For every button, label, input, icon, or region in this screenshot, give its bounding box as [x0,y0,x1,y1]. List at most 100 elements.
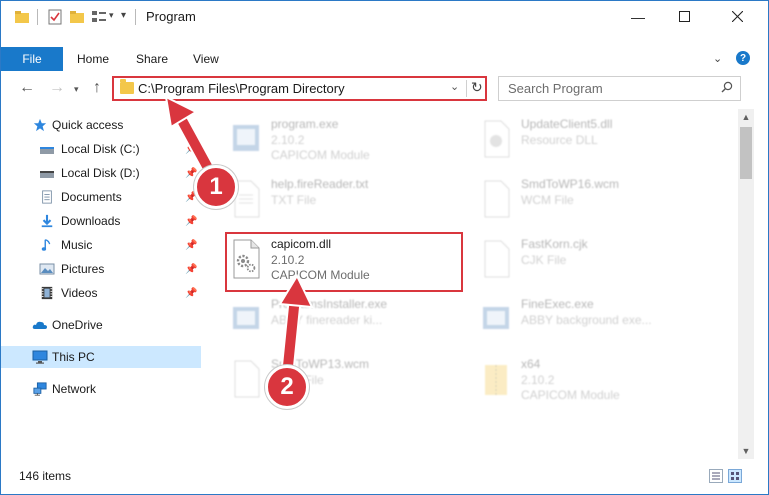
pin-icon[interactable]: 📌 [185,240,197,251]
title-divider [135,9,136,25]
help-icon[interactable]: ? [736,51,750,65]
window-title: Program [146,9,196,24]
step-badge-2: 2 [265,365,309,409]
file-description: CAPICOM Module [271,148,370,162]
file-item[interactable]: SmdToWP13.wcm WCM File [221,355,451,407]
expand-ribbon-icon[interactable]: ⌄ [713,52,722,65]
file-name: SmdToWP16.wcm [521,177,620,191]
pin-icon[interactable]: 📌 [185,216,197,227]
folder-icon [120,79,134,94]
exe-file-icon [483,307,509,329]
address-dropdown-icon[interactable]: ⌄ [450,80,459,93]
file-item[interactable]: program.exe 2.10.2 CAPICOM Module [221,115,451,167]
sidebar-item-label: Music [61,238,93,252]
sidebar-item-label: Pictures [61,262,105,276]
up-button[interactable]: ↑ [93,79,101,97]
search-box[interactable]: Search Program [498,76,741,101]
minimize-button[interactable]: — [615,1,661,32]
sidebar-item-label: Local Disk (D:) [61,166,140,180]
item-count: 146 items [19,469,72,483]
address-bar[interactable]: C:\Program Files\Program Directory ⌄ ↻ [112,76,487,101]
tab-share[interactable]: Share [136,52,168,66]
sidebar-item-label: Network [52,382,97,396]
documents-icon [42,190,52,204]
maximize-icon [678,11,690,22]
tab-view[interactable]: View [193,52,219,66]
close-icon [731,11,743,22]
pin-icon[interactable]: 📌 [185,288,197,299]
music-icon [41,239,51,251]
close-button[interactable] [714,1,760,32]
sidebar-item-music[interactable]: Music 📌 [1,234,201,256]
download-icon [41,214,53,228]
chevron-down-icon[interactable]: ▾ [109,10,114,21]
maximize-button[interactable] [661,1,707,32]
minimize-icon: — [631,8,645,25]
scroll-thumb[interactable] [740,127,752,179]
tab-home[interactable]: Home [77,52,109,66]
details-view-icon[interactable] [709,469,723,483]
status-bar: 146 items [1,463,768,489]
folder-item[interactable]: x64 2.10.2 CAPICOM Module [471,355,701,407]
highlight-box [225,232,463,292]
generic-file-icon [234,360,260,398]
back-button[interactable]: ← [19,79,35,97]
file-type: WCM File [521,193,574,207]
file-item[interactable]: ProgramsInstaller.exe ABBY finereader ki… [221,295,451,347]
file-description: ABBY finereader ki... [271,313,383,327]
file-item[interactable]: UpdateClient5.dll Resource DLL [471,115,701,167]
file-item[interactable]: help.fireReader.txt TXT File [221,175,451,227]
quick-access-dropdown-icon[interactable]: ▾ [121,10,126,21]
file-name: ProgramsInstaller.exe [271,297,388,311]
file-description: ABBY background exe... [521,313,652,327]
file-description: CAPICOM Module [521,388,620,402]
file-version: 2.10.2 [521,373,555,387]
file-item[interactable]: FineExec.exe ABBY background exe... [471,295,701,347]
file-item[interactable]: FastKorn.cjk CJK File [471,235,701,287]
sidebar-item-downloads[interactable]: Downloads 📌 [1,210,201,232]
folder-icon[interactable] [14,9,30,25]
file-item[interactable]: SmdToWP16.wcm WCM File [471,175,701,227]
step-badge-1: 1 [194,165,238,209]
scroll-up-icon[interactable]: ▲ [738,109,754,125]
sidebar-item-local-disk-c[interactable]: Local Disk (C:) 📌 [1,138,201,160]
pin-icon[interactable]: 📌 [185,144,197,155]
scroll-down-icon[interactable]: ▼ [738,443,754,459]
forward-button[interactable]: → [49,79,65,97]
sidebar-item-this-pc[interactable]: This PC [1,346,201,368]
sidebar-item-label: Videos [61,286,98,300]
pin-icon[interactable]: 📌 [185,264,197,275]
dll-file-icon [484,120,510,158]
vertical-scrollbar[interactable]: ▲ ▼ [738,109,754,459]
installer-file-icon [233,307,259,329]
file-name: x64 [521,357,541,371]
sidebar-item-label: This PC [52,350,95,364]
large-icons-view-icon[interactable] [728,469,742,483]
star-icon [33,118,47,132]
address-path[interactable]: C:\Program Files\Program Directory [138,81,345,96]
sidebar-item-network[interactable]: Network [1,378,201,400]
search-input[interactable]: Search Program [508,81,603,96]
refresh-icon[interactable]: ↻ [471,79,483,96]
sidebar-item-pictures[interactable]: Pictures 📌 [1,258,201,280]
sidebar-item-documents[interactable]: Documents 📌 [1,186,201,208]
pictures-icon [39,263,55,275]
sidebar-item-local-disk-d[interactable]: Local Disk (D:) 📌 [1,162,201,184]
drive-icon [40,171,54,178]
file-type: CJK File [521,253,567,267]
file-name: FastKorn.cjk [521,237,588,251]
generic-file-icon [484,180,510,218]
sidebar-item-label: Local Disk (C:) [61,142,140,156]
cloud-icon [32,321,47,329]
properties-icon[interactable] [47,9,63,25]
title-bar: ▾ ▾ Program — [1,1,768,32]
new-folder-icon[interactable] [69,9,85,25]
customize-toolbar-icon[interactable] [91,9,107,25]
sidebar-item-videos[interactable]: Videos 📌 [1,282,201,304]
tab-file[interactable]: File [1,47,63,71]
search-icon[interactable] [721,81,733,93]
sidebar-item-label: Downloads [61,214,121,228]
recent-locations-icon[interactable]: ▾ [74,84,79,95]
sidebar-item-quick-access[interactable]: Quick access [1,114,201,136]
sidebar-item-onedrive[interactable]: OneDrive [1,314,201,336]
